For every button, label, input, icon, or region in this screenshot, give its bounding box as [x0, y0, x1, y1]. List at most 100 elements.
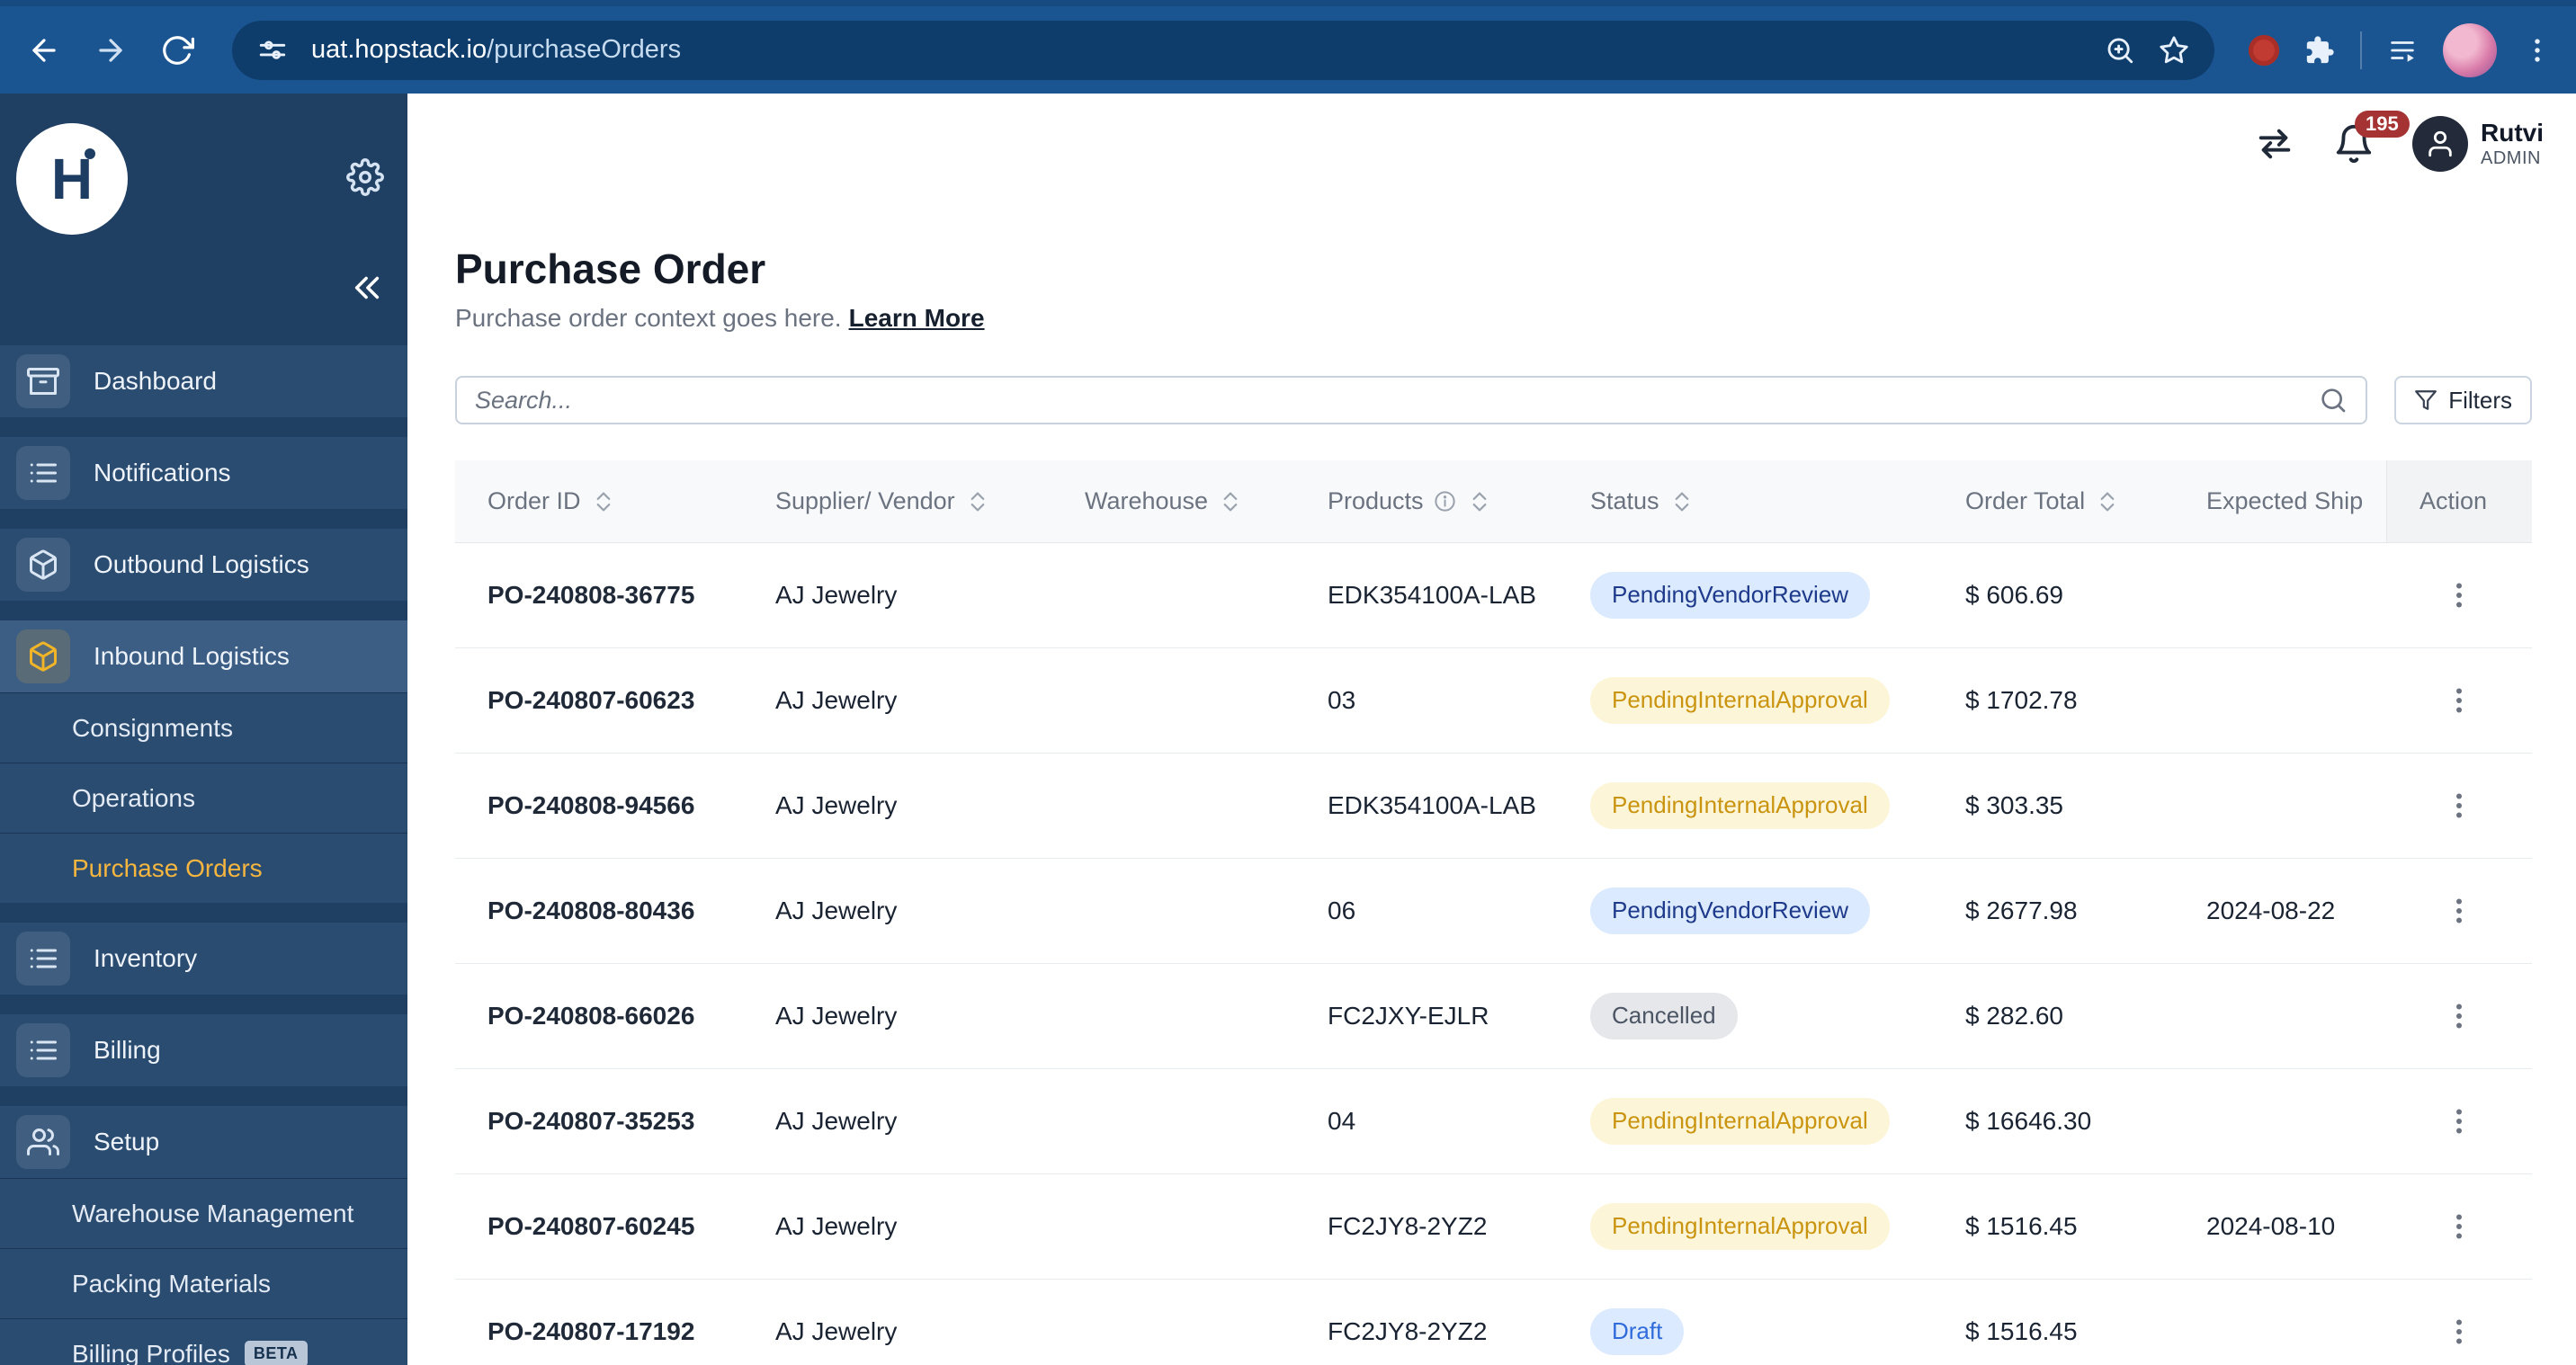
- zoom-icon[interactable]: [2105, 35, 2135, 66]
- status-cell: Cancelled: [1558, 993, 1933, 1039]
- order-id-link[interactable]: PO-240807-17192: [455, 1317, 743, 1346]
- status-badge: PendingInternalApproval: [1590, 1098, 1890, 1144]
- reading-list-icon[interactable]: [2387, 35, 2418, 66]
- forward-icon[interactable]: [90, 30, 131, 71]
- sidebar-item[interactable]: Billing Profiles BETA: [0, 1318, 407, 1365]
- table-row: PO-240808-66026 AJ Jewelry FC2JXY-EJLR C…: [455, 964, 2532, 1069]
- table-row: PO-240808-94566 AJ Jewelry EDK354100A-LA…: [455, 754, 2532, 859]
- red-extension-icon[interactable]: [2249, 35, 2279, 66]
- column-header-order-total[interactable]: Order Total: [1933, 460, 2174, 542]
- collapse-sidebar-icon[interactable]: [348, 269, 386, 311]
- expected-ship-cell: 2024-08-10: [2174, 1212, 2386, 1241]
- table-row: PO-240807-35253 AJ Jewelry 04 PendingInt…: [455, 1069, 2532, 1174]
- order-id-link[interactable]: PO-240807-60245: [455, 1212, 743, 1241]
- row-actions-kebab-icon[interactable]: [2386, 895, 2532, 927]
- sidebar-item[interactable]: Purchase Orders: [0, 833, 407, 903]
- filters-button[interactable]: Filters: [2394, 376, 2532, 424]
- sidebar-item[interactable]: Packing Materials: [0, 1248, 407, 1318]
- row-actions-kebab-icon[interactable]: [2386, 1000, 2532, 1032]
- info-icon[interactable]: [1433, 489, 1457, 513]
- sidebar-item[interactable]: Inbound Logistics: [0, 620, 407, 692]
- sort-icon[interactable]: [1217, 488, 1244, 515]
- sort-icon[interactable]: [1668, 488, 1695, 515]
- supplier-cell: AJ Jewelry: [743, 581, 1052, 610]
- notifications-bell-icon[interactable]: 195: [2333, 123, 2375, 165]
- sidebar-item[interactable]: Inventory: [0, 923, 407, 995]
- status-cell: PendingVendorReview: [1558, 888, 1933, 933]
- column-header-warehouse[interactable]: Warehouse: [1052, 460, 1295, 542]
- products-cell: FC2JY8-2YZ2: [1295, 1212, 1558, 1241]
- sidebar-item[interactable]: Notifications: [0, 437, 407, 509]
- row-actions-kebab-icon[interactable]: [2386, 790, 2532, 822]
- order-id-link[interactable]: PO-240807-60623: [455, 686, 743, 715]
- search-input[interactable]: [475, 387, 2319, 415]
- sidebar-item-label: Billing: [94, 1036, 161, 1065]
- sidebar-item[interactable]: Dashboard: [0, 345, 407, 417]
- site-info-icon[interactable]: [257, 35, 288, 66]
- sidebar-item[interactable]: Operations: [0, 763, 407, 833]
- back-icon[interactable]: [23, 30, 65, 71]
- bookmark-star-icon[interactable]: [2159, 35, 2189, 66]
- notification-count-badge: 195: [2355, 111, 2410, 138]
- products-cell: EDK354100A-LAB: [1295, 791, 1558, 820]
- expected-ship-cell: 2024-08-22: [2174, 897, 2386, 925]
- sidebar-item[interactable]: Warehouse Management: [0, 1178, 407, 1248]
- url-bar[interactable]: uat.hopstack.io/purchaseOrders: [232, 21, 2214, 80]
- sidebar-item-icon: [16, 629, 70, 683]
- row-actions-kebab-icon[interactable]: [2386, 579, 2532, 611]
- column-header-order-id[interactable]: Order ID: [455, 460, 743, 542]
- sidebar-collapse-row: [0, 235, 407, 311]
- column-header-status[interactable]: Status: [1558, 460, 1933, 542]
- learn-more-link[interactable]: Learn More: [849, 304, 985, 332]
- products-cell: 04: [1295, 1107, 1558, 1136]
- settings-gear-icon[interactable]: [346, 158, 384, 201]
- supplier-cell: AJ Jewelry: [743, 791, 1052, 820]
- sidebar-header: H: [0, 94, 407, 235]
- user-menu[interactable]: Rutvi ADMIN: [2412, 116, 2544, 172]
- row-actions-kebab-icon[interactable]: [2386, 1316, 2532, 1348]
- sidebar-item-label: Inventory: [94, 944, 197, 973]
- order-id-link[interactable]: PO-240808-94566: [455, 791, 743, 820]
- status-badge: PendingVendorReview: [1590, 572, 1870, 618]
- sort-icon[interactable]: [1466, 488, 1493, 515]
- table-row: PO-240807-60623 AJ Jewelry 03 PendingInt…: [455, 648, 2532, 754]
- order-id-link[interactable]: PO-240807-35253: [455, 1107, 743, 1136]
- toolbar-divider: [2360, 31, 2362, 69]
- browser-menu-icon[interactable]: [2522, 35, 2553, 66]
- status-badge: PendingInternalApproval: [1590, 1203, 1890, 1249]
- search-icon: [2319, 386, 2348, 415]
- sidebar-item[interactable]: Outbound Logistics: [0, 529, 407, 601]
- row-actions-kebab-icon[interactable]: [2386, 1105, 2532, 1138]
- sidebar-item[interactable]: Consignments: [0, 692, 407, 763]
- sort-icon[interactable]: [590, 488, 617, 515]
- order-id-link[interactable]: PO-240808-36775: [455, 581, 743, 610]
- subtitle-text: Purchase order context goes here.: [455, 304, 842, 332]
- column-label: Warehouse: [1085, 487, 1208, 515]
- order-id-link[interactable]: PO-240808-66026: [455, 1002, 743, 1030]
- row-actions-kebab-icon[interactable]: [2386, 684, 2532, 717]
- browser-profile-avatar[interactable]: [2443, 23, 2497, 77]
- sort-icon[interactable]: [2094, 488, 2121, 515]
- order-total-cell: $ 1516.45: [1933, 1317, 2174, 1346]
- purchase-orders-table: Order ID Supplier/ Vendor Warehouse: [455, 460, 2532, 1365]
- sort-icon[interactable]: [964, 488, 991, 515]
- sidebar-item-icon: [16, 538, 70, 592]
- sidebar-item[interactable]: Setup: [0, 1106, 407, 1178]
- status-badge: PendingVendorReview: [1590, 888, 1870, 933]
- sidebar-item-label: Outbound Logistics: [94, 550, 309, 579]
- sidebar-item-icon: [16, 354, 70, 408]
- extensions-puzzle-icon[interactable]: [2304, 35, 2335, 66]
- table-row: PO-240807-17192 AJ Jewelry FC2JY8-2YZ2 D…: [455, 1280, 2532, 1365]
- column-header-products[interactable]: Products: [1295, 460, 1558, 542]
- column-header-supplier[interactable]: Supplier/ Vendor: [743, 460, 1052, 542]
- column-header-expected-ship: Expected Ship: [2174, 460, 2386, 542]
- sidebar-item-icon: [16, 1115, 70, 1169]
- sidebar-item[interactable]: Billing: [0, 1014, 407, 1086]
- sidebar-item-label: Warehouse Management: [72, 1200, 353, 1228]
- column-label: Products: [1328, 487, 1424, 515]
- order-id-link[interactable]: PO-240808-80436: [455, 897, 743, 925]
- order-total-cell: $ 16646.30: [1933, 1107, 2174, 1136]
- row-actions-kebab-icon[interactable]: [2386, 1210, 2532, 1243]
- reload-icon[interactable]: [157, 30, 198, 71]
- transfer-arrows-icon[interactable]: [2254, 123, 2295, 165]
